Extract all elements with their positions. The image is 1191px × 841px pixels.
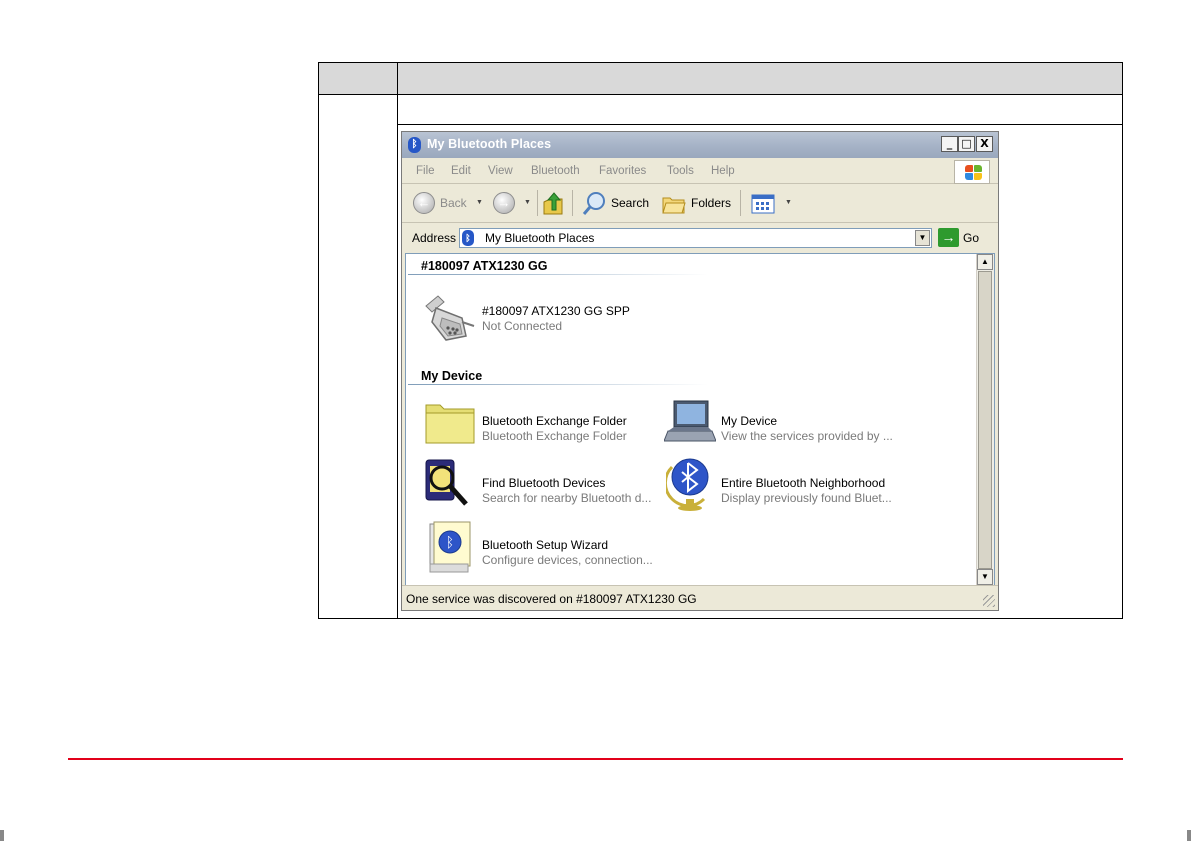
scroll-thumb[interactable] <box>978 271 992 569</box>
menu-help[interactable]: Help <box>711 165 735 177</box>
scroll-up-icon[interactable]: ▲ <box>977 254 993 270</box>
item-name: Find Bluetooth Devices <box>482 476 606 490</box>
address-dropdown-icon[interactable]: ▼ <box>915 230 930 246</box>
setup-wizard-icon[interactable]: ᛒ <box>426 520 476 576</box>
resize-grip-icon[interactable] <box>983 595 995 607</box>
views-icon[interactable] <box>751 194 775 214</box>
forward-dropdown-icon[interactable]: ▼ <box>524 199 531 206</box>
toolbar-separator <box>537 190 538 216</box>
menu-bluetooth[interactable]: Bluetooth <box>531 165 580 177</box>
item-status: View the services provided by ... <box>721 429 893 443</box>
find-devices-icon[interactable] <box>422 458 478 510</box>
toolbar-separator <box>572 190 573 216</box>
group-divider <box>408 274 708 275</box>
views-dropdown-icon[interactable]: ▼ <box>785 199 792 206</box>
laptop-icon[interactable] <box>664 397 716 445</box>
search-icon[interactable] <box>582 191 608 217</box>
item-status: Search for nearby Bluetooth d... <box>482 491 652 505</box>
folder-icon[interactable] <box>424 399 476 445</box>
group-header: #180097 ATX1230 GG <box>421 259 548 273</box>
item-status: Bluetooth Exchange Folder <box>482 429 627 443</box>
toolbar-separator <box>740 190 741 216</box>
minimize-button[interactable]: _ <box>941 136 958 152</box>
status-text: One service was discovered on #180097 AT… <box>406 592 697 606</box>
address-input[interactable]: ᛒ My Bluetooth Places ▼ <box>459 228 932 248</box>
group-divider <box>408 384 708 385</box>
bluetooth-icon: ᛒ <box>462 230 474 246</box>
menu-favorites[interactable]: Favorites <box>599 165 646 177</box>
address-value: My Bluetooth Places <box>485 231 595 245</box>
menu-file[interactable]: File <box>416 165 435 177</box>
back-button-label[interactable]: Back <box>440 196 467 210</box>
serial-port-icon[interactable] <box>422 292 478 344</box>
folders-icon[interactable] <box>662 193 686 215</box>
up-folder-icon[interactable] <box>541 190 565 216</box>
svg-text:ᛒ: ᛒ <box>446 535 454 551</box>
back-arrow-icon[interactable]: ← <box>413 192 435 214</box>
title-bar[interactable]: ᛒ My Bluetooth Places _ □ X <box>402 132 998 158</box>
item-name: Entire Bluetooth Neighborhood <box>721 476 886 490</box>
menu-bar: File Edit View Bluetooth Favorites Tools… <box>402 159 998 184</box>
item-name: #180097 ATX1230 GG SPP <box>482 304 630 318</box>
page-footer-rule <box>68 758 1123 760</box>
item-status: Not Connected <box>482 319 563 333</box>
explorer-window: ᛒ My Bluetooth Places _ □ X File Edit Vi… <box>401 131 999 611</box>
menu-tools[interactable]: Tools <box>667 165 694 177</box>
file-view: #180097 ATX1230 GG #180097 ATX1230 GG SP… <box>405 253 995 586</box>
item-name: Bluetooth Setup Wizard <box>482 538 609 552</box>
crop-mark-left <box>0 830 4 841</box>
vertical-scrollbar[interactable]: ▲ ▼ <box>976 254 994 585</box>
item-name: My Device <box>721 414 778 428</box>
forward-arrow-icon[interactable]: → <box>493 192 515 214</box>
go-arrow-icon[interactable]: → <box>938 228 959 247</box>
folders-button[interactable]: Folders <box>691 196 731 210</box>
close-button[interactable]: X <box>976 136 993 152</box>
maximize-button[interactable]: □ <box>958 136 975 152</box>
table-column-divider <box>397 63 398 618</box>
back-dropdown-icon[interactable]: ▼ <box>476 199 483 206</box>
item-status: Configure devices, connection... <box>482 553 653 567</box>
item-status: Display previously found Bluet... <box>721 491 892 505</box>
window-title: My Bluetooth Places <box>427 137 552 151</box>
item-name: Bluetooth Exchange Folder <box>482 414 627 428</box>
bluetooth-icon: ᛒ <box>408 137 421 153</box>
go-button[interactable]: Go <box>963 231 979 245</box>
menu-edit[interactable]: Edit <box>451 165 471 177</box>
address-bar: Address ᛒ My Bluetooth Places ▼ → Go <box>402 223 998 253</box>
address-label: Address <box>412 231 457 245</box>
toolbar: ← Back ▼ → ▼ Search Folders ▼ <box>402 184 998 223</box>
crop-mark-right <box>1187 830 1191 841</box>
table-header-row <box>319 63 1122 95</box>
menu-view[interactable]: View <box>488 165 513 177</box>
bluetooth-globe-icon[interactable] <box>666 457 716 513</box>
search-button[interactable]: Search <box>611 196 649 210</box>
status-bar: One service was discovered on #180097 AT… <box>402 585 998 610</box>
group-header: My Device <box>421 369 483 383</box>
windows-logo-icon <box>954 160 990 184</box>
scroll-down-icon[interactable]: ▼ <box>977 569 993 585</box>
table-row-divider <box>397 124 1122 125</box>
